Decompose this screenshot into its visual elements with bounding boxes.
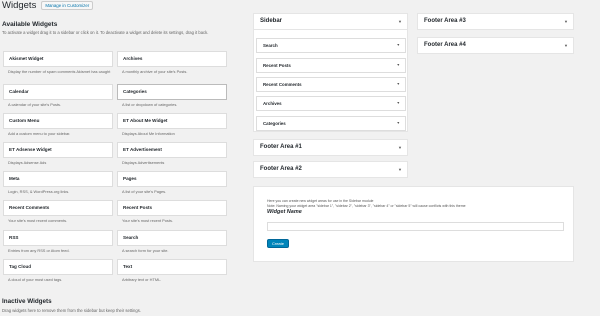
inactive-widgets-description: Drag widgets here to remove them from th…: [2, 308, 141, 313]
footer-area-1[interactable]: Footer Area #1 ▼: [253, 139, 408, 156]
widget-recent-posts[interactable]: Recent Posts: [117, 200, 227, 216]
sidebar-item-recent-comments[interactable]: Recent Comments ▼: [256, 77, 406, 92]
footer-area-title: Footer Area #4: [424, 42, 466, 48]
footer-area-title: Footer Area #2: [260, 166, 302, 172]
footer-area-4[interactable]: Footer Area #4 ▼: [417, 37, 574, 54]
widget-recent-posts-desc: Your site's most recent Posts.: [122, 218, 173, 223]
widget-custom-menu-desc: Add a custom menu to your sidebar.: [8, 131, 71, 136]
create-widget-area-panel: Here you can create new widget areas for…: [253, 186, 574, 262]
widget-et-advertisement[interactable]: ET Advertisement: [117, 142, 227, 158]
widget-name-input[interactable]: [267, 222, 564, 231]
footer-area-2[interactable]: Footer Area #2 ▼: [253, 161, 408, 178]
create-area-note: Here you can create new widget areas for…: [267, 199, 567, 208]
widget-et-about-me[interactable]: ET About Me Widget: [117, 113, 227, 129]
page-title: Widgets: [2, 0, 37, 11]
available-widgets-description: To activate a widget drag it to a sideba…: [2, 30, 209, 35]
widget-search[interactable]: Search: [117, 230, 227, 246]
page-header: Widgets Manage in Customizer: [2, 0, 94, 11]
widget-et-about-me-desc: Displays About Me Information: [122, 131, 175, 136]
widget-rss[interactable]: RSS: [3, 230, 113, 246]
widget-tag-cloud[interactable]: Tag Cloud: [3, 259, 113, 275]
footer-area-toggle-icon[interactable]: ▼: [398, 162, 402, 177]
footer-area-3[interactable]: Footer Area #3 ▼: [417, 13, 574, 30]
widget-name-label: Widget Name: [267, 209, 302, 215]
widget-recent-comments[interactable]: Recent Comments: [3, 200, 113, 216]
widget-rss-desc: Entries from any RSS or Atom feed.: [8, 248, 70, 253]
widget-archives-desc: A monthly archive of your site's Posts.: [122, 69, 188, 74]
sidebar-header[interactable]: Sidebar ▼: [253, 13, 408, 30]
sidebar-item-label: Recent Posts: [263, 63, 291, 68]
widget-et-adsense[interactable]: ET Adsense Widget: [3, 142, 113, 158]
footer-area-toggle-icon[interactable]: ▼: [564, 38, 568, 53]
expand-icon[interactable]: ▼: [396, 59, 400, 72]
widget-categories[interactable]: Categories: [117, 84, 227, 100]
manage-in-customizer-button[interactable]: Manage in Customizer: [41, 1, 94, 10]
sidebar-item-label: Categories: [263, 121, 286, 126]
sidebar-item-label: Recent Comments: [263, 82, 302, 87]
widget-text-desc: Arbitrary text or HTML.: [122, 277, 162, 282]
sidebar-item-search[interactable]: Search ▼: [256, 38, 406, 53]
sidebar-item-label: Archives: [263, 101, 282, 106]
create-button[interactable]: Create: [267, 239, 289, 248]
sidebar-item-archives[interactable]: Archives ▼: [256, 96, 406, 111]
widget-tag-cloud-desc: A cloud of your most used tags.: [8, 277, 63, 282]
widget-recent-comments-desc: Your site's most recent comments.: [8, 218, 68, 223]
sidebar-item-categories[interactable]: Categories ▼: [256, 116, 406, 131]
widget-akismet[interactable]: Akismet Widget: [3, 51, 113, 67]
widget-archives[interactable]: Archives: [117, 51, 227, 67]
footer-area-title: Footer Area #1: [260, 144, 302, 150]
widget-calendar-desc: A calendar of your site's Posts.: [8, 102, 62, 107]
widget-categories-desc: A list or dropdown of categories.: [122, 102, 178, 107]
widget-meta-desc: Login, RSS, & WordPress.org links.: [8, 189, 70, 194]
footer-area-toggle-icon[interactable]: ▼: [564, 14, 568, 29]
widget-akismet-desc: Display the number of spam comments Akis…: [8, 69, 111, 74]
inactive-widgets-title: Inactive Widgets: [2, 298, 52, 305]
sidebar-item-recent-posts[interactable]: Recent Posts ▼: [256, 58, 406, 73]
widget-calendar[interactable]: Calendar: [3, 84, 113, 100]
widget-pages[interactable]: Pages: [117, 171, 227, 187]
create-area-note-line2: Note: Naming your widget area "sidebar 1…: [267, 203, 466, 208]
widget-text[interactable]: Text: [117, 259, 227, 275]
expand-icon[interactable]: ▼: [396, 97, 400, 110]
sidebar-title: Sidebar: [260, 18, 283, 24]
expand-icon[interactable]: ▼: [396, 117, 400, 130]
widget-search-desc: A search form for your site.: [122, 248, 169, 253]
widget-meta[interactable]: Meta: [3, 171, 113, 187]
expand-icon[interactable]: ▼: [396, 39, 400, 52]
widget-custom-menu[interactable]: Custom Menu: [3, 113, 113, 129]
sidebar-toggle-icon[interactable]: ▼: [398, 14, 402, 29]
available-widgets-title: Available Widgets: [2, 21, 58, 28]
sidebar-item-label: Search: [263, 43, 278, 48]
footer-area-title: Footer Area #3: [424, 18, 466, 24]
widget-pages-desc: A list of your site's Pages.: [122, 189, 167, 194]
expand-icon[interactable]: ▼: [396, 78, 400, 91]
widget-et-advertisement-desc: Displays Advertisements: [122, 160, 165, 165]
widget-et-adsense-desc: Displays Adsense Ads: [8, 160, 47, 165]
footer-area-toggle-icon[interactable]: ▼: [398, 140, 402, 155]
